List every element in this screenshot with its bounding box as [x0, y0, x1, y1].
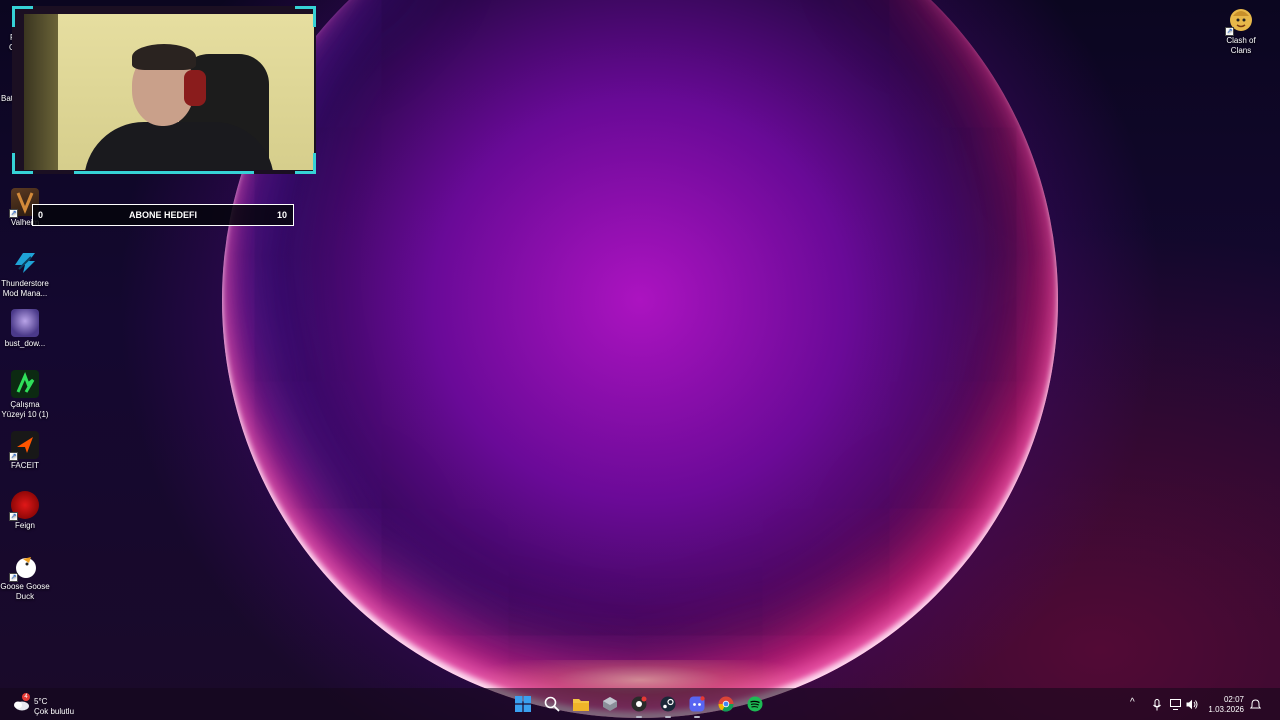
taskbar: 4 5°C Çok bulutlu ^ 02:07 1.03.2026 [0, 688, 1280, 720]
shortcut-arrow-icon: ↗ [9, 573, 18, 582]
start-icon [515, 696, 531, 712]
desktop-icon-thunderstore[interactable]: Thunderstore Mod Mana... [0, 249, 50, 299]
microphone-icon[interactable] [1152, 699, 1162, 711]
feign-icon: ↗ [9, 491, 39, 521]
frame-corner [295, 6, 316, 27]
weather-temperature: 5°C [34, 697, 48, 706]
webcam-background [24, 14, 58, 170]
desktop-icon-label: Clash of Clans [1226, 36, 1256, 55]
clock-time: 02:07 [1223, 695, 1244, 704]
search-icon [544, 696, 560, 712]
file-explorer-icon [573, 699, 589, 711]
goal-title: ABONE HEDEFI [128, 210, 197, 220]
desktop-icon-label: Çalışma Yüzeyi 10 (1) [1, 400, 49, 419]
bust-down-icon [11, 309, 39, 337]
running-indicator [636, 716, 642, 718]
discord-icon [689, 696, 705, 712]
webcam-overlay [12, 6, 316, 174]
taskbar-clock[interactable]: 02:07 1.03.2026 [1198, 695, 1244, 715]
desktop-icon-faceit[interactable]: ↗ FACEIT [0, 431, 50, 471]
taskbar-obs[interactable] [628, 693, 650, 718]
desktop-icon-label: Thunderstore Mod Mana... [1, 279, 49, 298]
running-indicator [694, 716, 700, 718]
thunderstore-icon [11, 249, 39, 277]
clock-date: 1.03.2026 [1208, 705, 1244, 714]
taskbar-file-explorer[interactable] [570, 693, 592, 715]
weather-widget[interactable]: 4 5°C Çok bulutlu [10, 692, 90, 718]
desktop-icon-workspace[interactable]: Çalışma Yüzeyi 10 (1) [0, 370, 50, 420]
shortcut-arrow-icon: ↗ [9, 209, 18, 218]
taskbar-steam[interactable] [657, 693, 679, 718]
desktop-icon-label: Goose Goose Duck [0, 582, 50, 601]
faceit-icon: ↗ [9, 431, 39, 461]
frame-corner [295, 153, 316, 174]
obs-icon [631, 696, 647, 712]
weather-condition: Çok bulutlu [34, 707, 75, 716]
taskbar-spotify[interactable] [744, 693, 766, 715]
taskbar-cube-app[interactable] [599, 693, 621, 715]
taskbar-discord[interactable] [686, 693, 708, 718]
steam-icon [660, 696, 676, 712]
spotify-icon [747, 696, 763, 712]
desktop-icon-bust-down[interactable]: bust_dow... [0, 309, 50, 349]
chrome-icon [718, 696, 734, 712]
shortcut-arrow-icon: ↗ [9, 512, 18, 521]
goal-end-value: 10 [276, 210, 287, 220]
desktop-icon-label: bust_dow... [4, 339, 46, 348]
frame-accent [74, 171, 254, 174]
frame-corner [12, 153, 33, 174]
notification-icon[interactable] [1250, 699, 1261, 710]
shortcut-arrow-icon: ↗ [1225, 27, 1234, 36]
shortcut-arrow-icon: ↗ [9, 452, 18, 461]
desktop-icon-label: Feign [14, 521, 35, 530]
system-tray: ^ 02:07 1.03.2026 [1130, 692, 1270, 718]
search-button[interactable] [541, 693, 563, 715]
webcam-feed [24, 14, 314, 170]
weather-alert-badge: 4 [22, 693, 30, 701]
frame-corner [12, 6, 33, 27]
desktop-icon-goose-goose-duck[interactable]: ↗ Goose Goose Duck [0, 552, 50, 602]
webcam-person-hair [132, 44, 196, 70]
subscriber-goal-bar: 0 ABONE HEDEFI 10 [32, 204, 294, 226]
desktop-icon-label: FACEIT [10, 461, 39, 470]
volume-icon[interactable] [1186, 699, 1198, 710]
clash-of-clans-icon: ↗ [1225, 6, 1255, 36]
taskbar-chrome[interactable] [715, 693, 737, 715]
workspace-icon [11, 370, 39, 398]
cube-app-icon [603, 697, 617, 711]
network-icon[interactable] [1170, 699, 1182, 710]
running-indicator [665, 716, 671, 718]
start-button[interactable] [512, 693, 534, 715]
wallpaper-glow-ring [222, 0, 1058, 718]
goose-goose-duck-icon: ↗ [9, 552, 39, 582]
headset-icon [184, 70, 206, 106]
chevron-up-icon[interactable]: ^ [1130, 697, 1135, 708]
desktop-icon-feign[interactable]: ↗ Feign [0, 491, 50, 531]
desktop-icon-clash-of-clans[interactable]: ↗ Clash of Clans [1216, 6, 1266, 56]
